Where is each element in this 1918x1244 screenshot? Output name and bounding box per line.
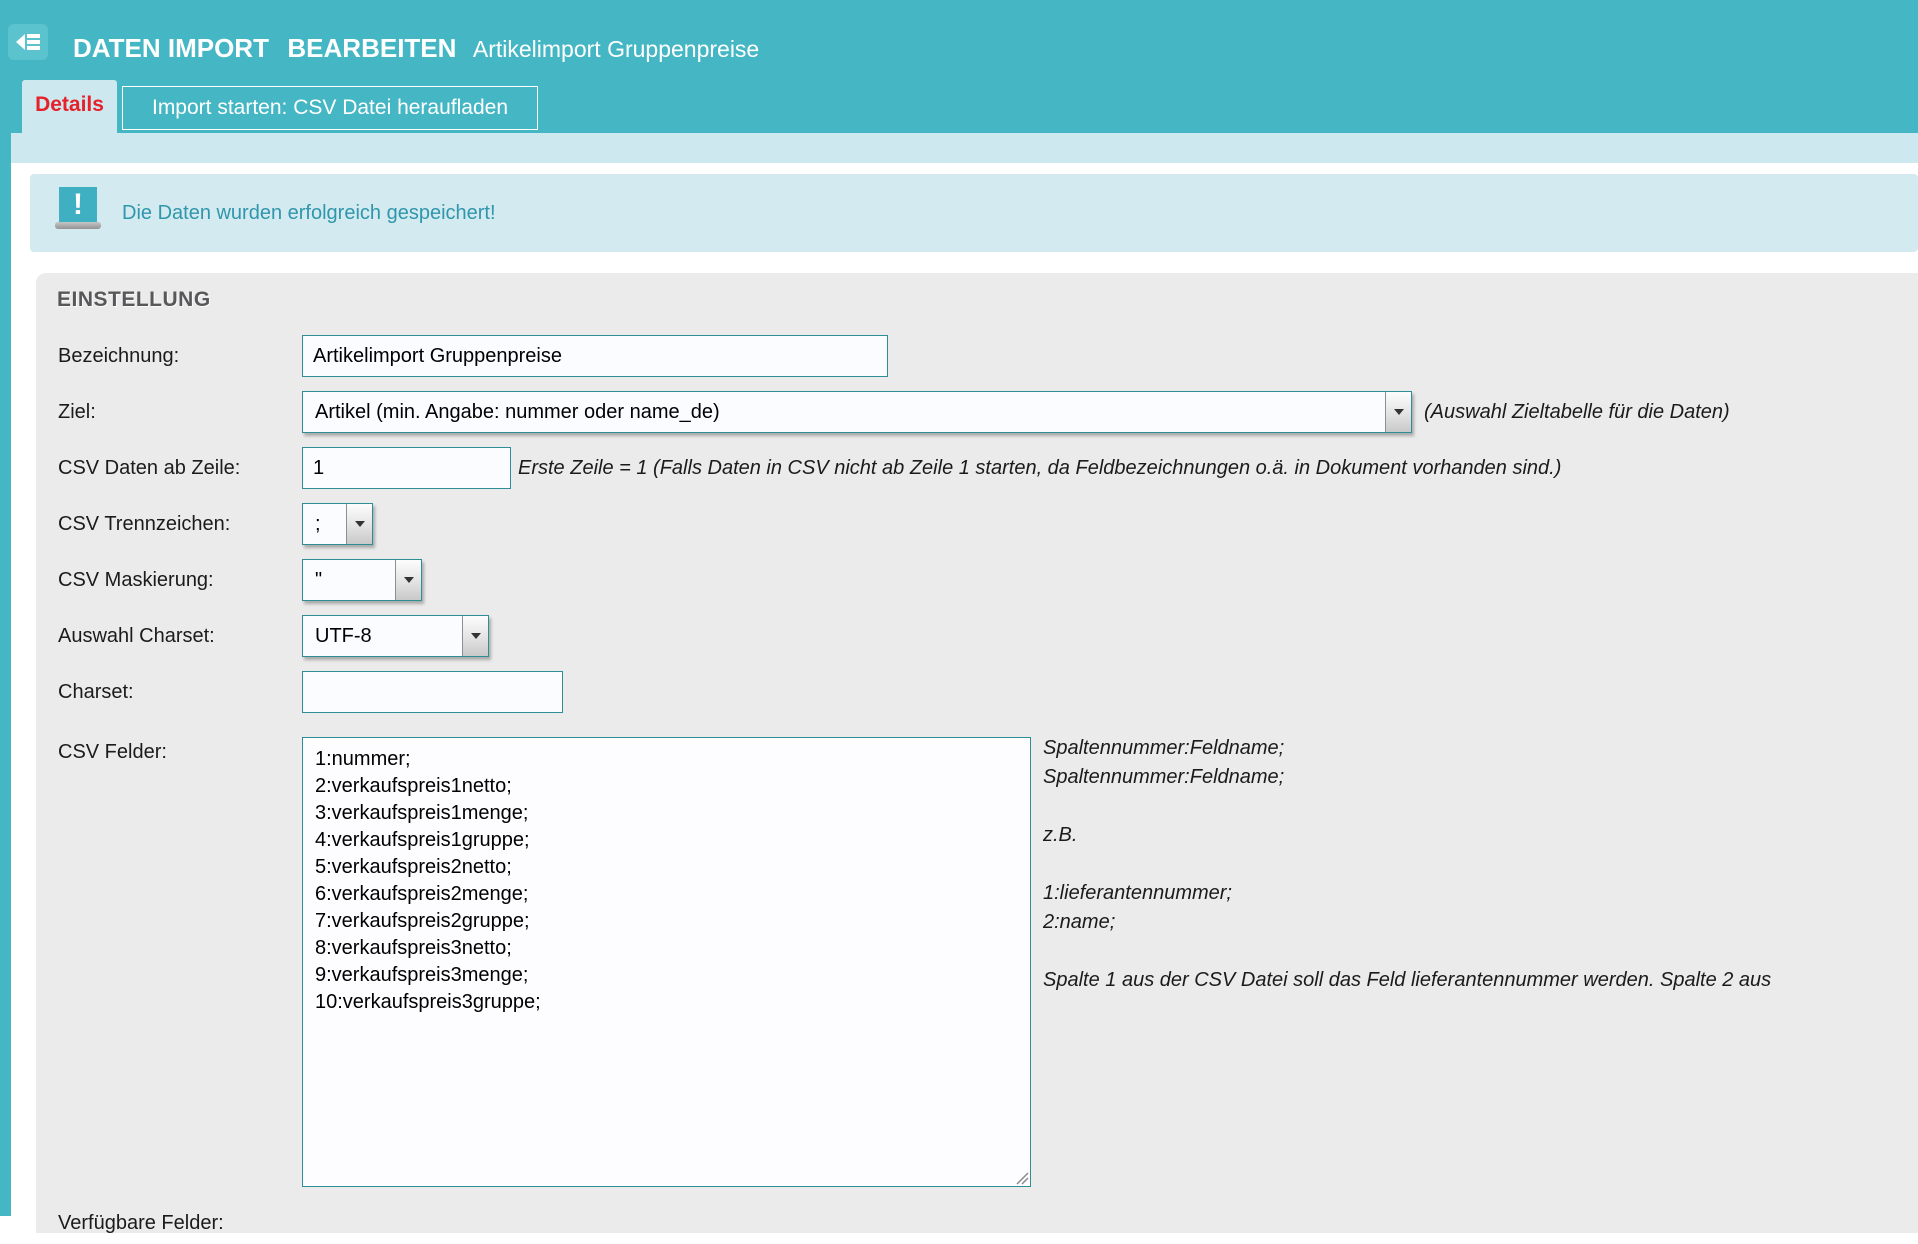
einstellung-panel: EINSTELLUNG Bezeichnung: Ziel: Artikel (… [36,273,1918,1233]
success-message-text: Die Daten wurden erfolgreich gespeichert… [122,174,496,252]
csv-ab-zeile-input[interactable] [302,447,511,489]
csv-felder-label: CSV Felder: [58,737,167,767]
ziel-label: Ziel: [58,391,96,433]
back-to-list-icon [14,30,42,54]
chevron-down-icon [395,560,421,600]
back-to-list-button[interactable] [8,24,48,60]
hint-line: z.B. [1043,821,1771,850]
ziel-select-value: Artikel (min. Angabe: nummer oder name_d… [303,392,1385,432]
csv-felder-hints: Spaltennummer:Feldname; Spaltennummer:Fe… [1043,734,1771,995]
bezeichnung-label: Bezeichnung: [58,335,179,377]
section-title: EINSTELLUNG [57,288,211,312]
hint-line [1043,792,1771,821]
chevron-down-icon [1385,392,1411,432]
success-message-box: ! Die Daten wurden erfolgreich gespeiche… [30,174,1918,252]
ziel-hint: (Auswahl Zieltabelle für die Daten) [1424,391,1730,433]
hint-line [1043,937,1771,966]
tab-details[interactable]: Details [22,80,117,133]
page-title-context: Artikelimport Gruppenpreise [473,36,759,62]
charset-input[interactable] [302,671,563,713]
chevron-down-icon [346,504,372,544]
tab-import-starten[interactable]: Import starten: CSV Datei heraufladen [122,86,538,130]
csv-trennzeichen-value: ; [303,504,346,544]
page-title: DATEN IMPORT BEARBEITEN Artikelimport Gr… [73,30,759,66]
charset-label: Charset: [58,671,134,713]
textarea-resize-handle[interactable] [1014,1170,1030,1186]
page-title-secondary: BEARBEITEN [287,33,456,63]
bezeichnung-input[interactable] [302,335,888,377]
csv-maskierung-value: " [303,560,395,600]
hint-line: 1:lieferantennummer; [1043,879,1771,908]
csv-maskierung-label: CSV Maskierung: [58,559,214,601]
chevron-down-icon [462,616,488,656]
hint-line: Spaltennummer:Feldname; [1043,763,1771,792]
csv-ab-zeile-label: CSV Daten ab Zeile: [58,447,240,489]
header-substrip [0,133,1918,163]
csv-maskierung-select[interactable]: " [302,559,422,601]
page-title-primary: DATEN IMPORT [73,33,269,63]
csv-ab-zeile-hint: Erste Zeile = 1 (Falls Daten in CSV nich… [518,447,1561,489]
hint-line: Spalte 1 aus der CSV Datei soll das Feld… [1043,966,1771,995]
csv-trennzeichen-select[interactable]: ; [302,503,373,545]
auswahl-charset-select[interactable]: UTF-8 [302,615,489,657]
hint-line [1043,850,1771,879]
csv-trennzeichen-label: CSV Trennzeichen: [58,503,230,545]
auswahl-charset-label: Auswahl Charset: [58,615,215,657]
left-accent-rail [0,133,11,1216]
app-header: DATEN IMPORT BEARBEITEN Artikelimport Gr… [0,0,1918,133]
auswahl-charset-value: UTF-8 [303,616,462,656]
hint-line: Spaltennummer:Feldname; [1043,734,1771,763]
verfuegbare-felder-label: Verfügbare Felder: [58,1202,224,1244]
ziel-select[interactable]: Artikel (min. Angabe: nummer oder name_d… [302,391,1412,433]
csv-felder-textarea[interactable]: 1:nummer; 2:verkaufspreis1netto; 3:verka… [302,737,1031,1187]
hint-line: 2:name; [1043,908,1771,937]
